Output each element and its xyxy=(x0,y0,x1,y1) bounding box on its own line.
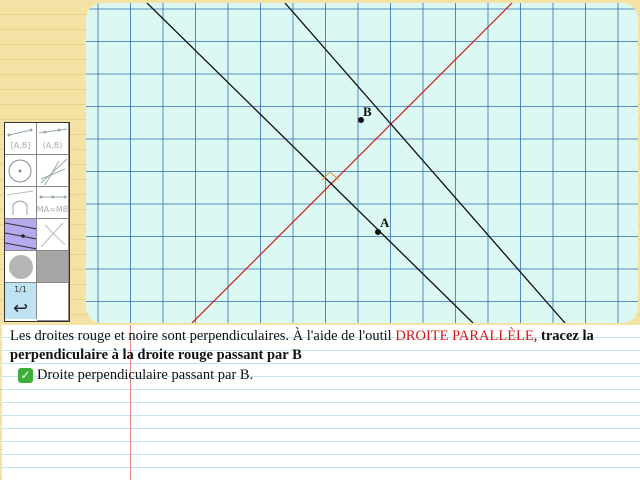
feedback-line: ✓ Droite perpendiculaire passant par B. xyxy=(18,366,253,385)
ray-tool-label: (A,B) xyxy=(42,141,63,150)
instruction-tool-name: DROITE PARALLÈLE xyxy=(395,328,534,344)
instruction-part1: Les droites rouge et noire sont perpendi… xyxy=(10,328,396,344)
instruction-text: Les droites rouge et noire sont perpendi… xyxy=(10,327,638,365)
segment-tool[interactable]: [A,B] xyxy=(5,123,37,155)
lines-tool[interactable] xyxy=(37,155,69,187)
midpoint-tool[interactable]: MA=MB xyxy=(37,187,69,219)
back-button[interactable]: ↩ xyxy=(5,293,37,319)
circle-icon xyxy=(8,159,32,183)
midpoint-icon xyxy=(39,195,67,199)
parallel-line-tool[interactable] xyxy=(5,219,37,251)
tool-palette: [A,B] (A,B) MA=MB 1/1 ↩ xyxy=(4,122,70,322)
parallel-line-icon xyxy=(5,222,36,250)
perpendicular-icon xyxy=(40,222,66,248)
lines-icon xyxy=(40,158,68,186)
segment-icon xyxy=(7,128,33,137)
geometry-canvas[interactable]: B A xyxy=(86,3,638,323)
point-b-label: B xyxy=(363,104,372,119)
check-icon: ✓ xyxy=(18,368,33,383)
instruction-part2: , xyxy=(533,328,542,344)
ray-tool[interactable]: (A,B) xyxy=(37,123,69,155)
fill-tool[interactable] xyxy=(37,251,69,283)
angle-tool[interactable] xyxy=(5,187,37,219)
feedback-text: Droite perpendiculaire passant par B. xyxy=(37,367,254,383)
angle-icon xyxy=(6,190,34,215)
geometry-svg[interactable]: B A xyxy=(86,3,638,323)
midpoint-tool-label: MA=MB xyxy=(37,205,69,214)
perpendicular-tool[interactable] xyxy=(37,219,69,251)
red-line[interactable] xyxy=(191,3,513,323)
ray-icon xyxy=(38,128,68,134)
empty-tool-slot xyxy=(37,283,69,321)
point-a-label: A xyxy=(380,215,390,230)
segment-tool-label: [A,B] xyxy=(10,141,31,150)
gray-disc-icon xyxy=(9,255,33,279)
grid xyxy=(86,3,638,323)
circle-tool[interactable] xyxy=(5,155,37,187)
color-tool[interactable] xyxy=(5,251,37,283)
